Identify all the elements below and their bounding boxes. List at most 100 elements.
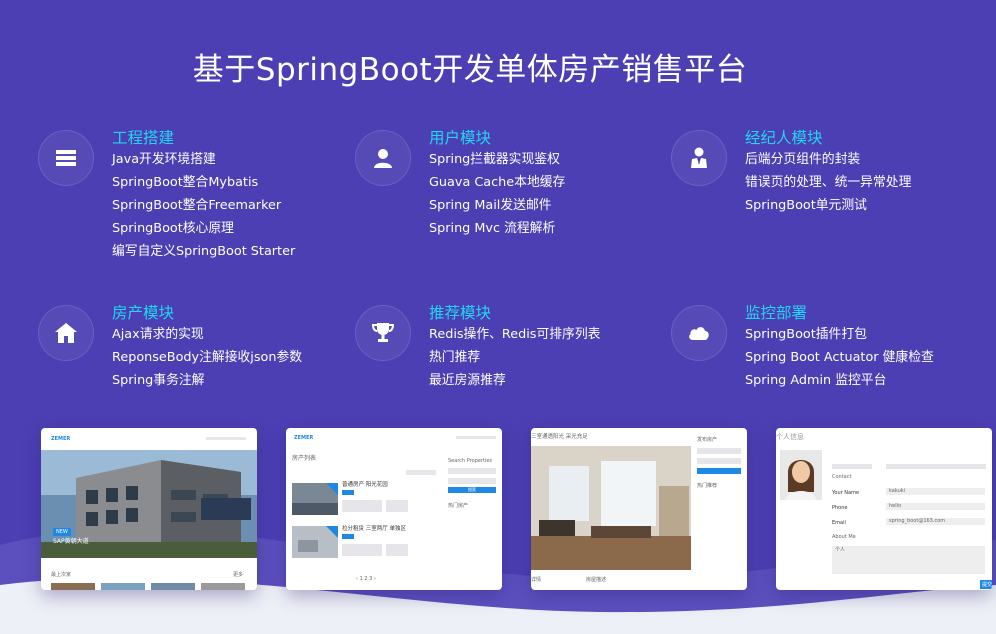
feature-item: 编写自定义SpringBoot Starter <box>112 244 296 259</box>
feature-item: SpringBoot单元测试 <box>745 198 867 213</box>
profile-email-input[interactable]: spring_boot@163.com <box>886 518 985 525</box>
feature-title: 经纪人模块 <box>745 129 823 147</box>
home-section-title: 最上次家 <box>51 572 72 578</box>
list-heading: 房产列表 <box>292 455 317 462</box>
detail-side-input[interactable] <box>697 458 741 464</box>
feature-item: 错误页的处理、统一异常处理 <box>745 175 912 190</box>
list-item-photo <box>292 526 338 558</box>
feature-item: 热门推荐 <box>429 350 481 365</box>
cloud-icon <box>689 327 709 340</box>
home-badge: NEW <box>53 528 71 536</box>
feature-item: Spring Mail发送邮件 <box>429 198 552 213</box>
profile-phone-input[interactable]: hello <box>886 503 985 510</box>
feature-list: Java开发环境搭建 SpringBoot整合Mybatis SpringBoo… <box>112 148 295 263</box>
detail-side-hot: 热门推荐 <box>697 483 718 489</box>
stack-icon <box>56 150 76 166</box>
page-title: 基于SpringBoot开发单体房产销售平台 <box>192 52 748 88</box>
feature-item: Spring Mvc 流程解析 <box>429 221 556 236</box>
profile-field[interactable] <box>886 464 986 469</box>
profile-submit-button[interactable]: 提交 <box>980 580 992 589</box>
feature-item: Java开发环境搭建 <box>112 152 216 167</box>
feature-title: 监控部署 <box>745 304 808 322</box>
feature-item: SpringBoot插件打包 <box>745 327 867 342</box>
home-hero-title: SAP黄朝大道 <box>53 538 89 545</box>
home-thumb <box>151 583 195 590</box>
profile-email-label: Email <box>832 520 846 526</box>
feature-icon-circle <box>671 130 727 186</box>
list-side-input[interactable] <box>448 478 496 484</box>
detail-tab[interactable]: 房屋描述 <box>586 576 606 583</box>
feature-icon-circle <box>671 305 727 361</box>
feature-list: Ajax请求的实现 ReponseBody注解接收json参数 Spring事务… <box>112 323 302 392</box>
feature-title: 工程搭建 <box>112 129 175 147</box>
feature-item: SpringBoot整合Freemarker <box>112 198 282 213</box>
home-icon <box>55 323 77 343</box>
home-logo: ZEMER <box>51 436 71 442</box>
feature-title: 用户模块 <box>429 129 492 147</box>
screenshot-list: ZEMER 房产列表 普通房产 阳光花园 拉分租赁 三室两厅 单独区 Searc… <box>286 428 502 590</box>
detail-side-title: 发布房产 <box>697 437 718 443</box>
feature-item: Spring Boot Actuator 健康检查 <box>745 350 934 365</box>
profile-name-label: Your Name <box>832 490 860 496</box>
list-pagination[interactable]: ‹ 1 2 3 › <box>356 576 376 582</box>
list-side-title: Search Properties <box>448 458 493 464</box>
profile-phone-label: Phone <box>832 505 848 511</box>
feature-item: ReponseBody注解接收json参数 <box>112 350 303 365</box>
trophy-icon <box>371 323 395 342</box>
list-logo: ZEMER <box>294 435 314 441</box>
feature-item: Ajax请求的实现 <box>112 327 204 342</box>
feature-item: 后端分页组件的封装 <box>745 152 861 167</box>
feature-item: SpringBoot核心原理 <box>112 221 234 236</box>
list-item-detail <box>386 500 408 512</box>
profile-avatar <box>780 450 822 500</box>
profile-about-label: About Me <box>832 534 856 540</box>
list-item-title[interactable]: 普通房产 阳光花园 <box>342 480 388 488</box>
detail-room-photo <box>531 446 691 570</box>
detail-side-button[interactable] <box>697 468 741 474</box>
list-nav <box>456 436 496 439</box>
feature-title: 推荐模块 <box>429 304 492 322</box>
detail-tab[interactable]: 详情 <box>531 576 541 583</box>
user-icon <box>374 149 392 168</box>
home-thumb <box>201 583 245 590</box>
feature-item: 最近房源推荐 <box>429 373 506 388</box>
feature-item: Spring Admin 监控平台 <box>745 373 887 388</box>
feature-list: SpringBoot插件打包 Spring Boot Actuator 健康检查… <box>745 323 934 392</box>
list-item-title[interactable]: 拉分租赁 三室两厅 单独区 <box>342 524 406 532</box>
detail-side-input[interactable] <box>697 448 741 454</box>
screenshot-detail: 三室通透阳光 采光充足 发布房产 热门推荐 详情 房屋描述 <box>531 428 747 590</box>
screenshot-home: ZEMER NEW SAP黄朝大道 最上次家 更多 <box>41 428 257 590</box>
profile-contact: Contact <box>832 474 852 480</box>
home-thumb <box>51 583 95 590</box>
feature-list: 后端分页组件的封装 错误页的处理、统一异常处理 SpringBoot单元测试 <box>745 148 911 217</box>
feature-icon-circle <box>38 305 94 361</box>
feature-icon-circle <box>355 130 411 186</box>
feature-item: Spring事务注解 <box>112 373 205 388</box>
profile-field[interactable] <box>832 464 872 469</box>
feature-icon-circle <box>355 305 411 361</box>
home-thumb <box>101 583 145 590</box>
screenshot-profile: 个人信息 Contact Your Name kakuki Phone hell… <box>776 428 992 590</box>
list-sort[interactable] <box>406 470 436 475</box>
list-item-photo <box>292 483 338 515</box>
home-nav <box>206 437 246 440</box>
profile-heading: 个人信息 <box>776 433 804 441</box>
home-search-box[interactable] <box>201 498 251 520</box>
feature-item: Guava Cache本地缓存 <box>429 175 566 190</box>
list-item-detail <box>386 544 408 556</box>
feature-item: Spring拦截器实现鉴权 <box>429 152 560 167</box>
list-side-hot: 热门房产 <box>448 503 469 509</box>
profile-about-input[interactable]: 个人 <box>832 546 985 574</box>
feature-item: SpringBoot整合Mybatis <box>112 175 259 190</box>
list-item-detail <box>342 544 382 556</box>
list-side-input[interactable] <box>448 468 496 474</box>
detail-heading: 三室通透阳光 采光充足 <box>531 434 588 440</box>
list-item-tag <box>342 490 354 495</box>
list-item-detail <box>342 500 382 512</box>
list-side-search-button[interactable]: 搜索 <box>448 487 496 493</box>
home-more-link[interactable]: 更多 <box>233 571 243 578</box>
feature-item: Redis操作、Redis可排序列表 <box>429 327 601 342</box>
agent-icon <box>691 147 707 168</box>
feature-title: 房产模块 <box>112 304 175 322</box>
profile-name-input[interactable]: kakuki <box>886 488 985 495</box>
